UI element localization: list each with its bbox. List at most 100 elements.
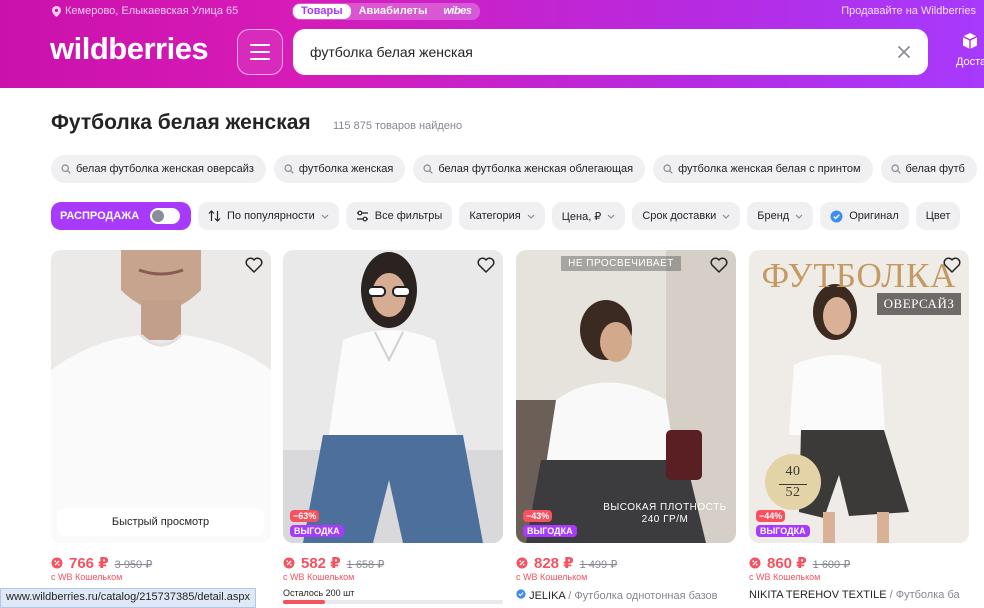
product-photo[interactable]: НЕ ПРОСВЕЧИВАЕТ ВЫСОКАЯ ПЛОТНОСТЬ 240 ГР…: [516, 250, 736, 543]
old-price: 1 658 ₽: [346, 559, 385, 571]
toggle-switch[interactable]: [150, 208, 181, 224]
suggestion-label: белая футб: [905, 163, 965, 175]
vygoda-badge: ВЫГОДКА: [756, 525, 810, 537]
filter-label: Бренд: [757, 210, 790, 222]
stock-left: Осталось 200 шт: [283, 588, 355, 598]
badges: −63% ВЫГОДКА: [290, 510, 344, 537]
menu-icon-line: [250, 58, 270, 60]
all-filters-label: Все фильтры: [374, 210, 443, 222]
sort-icon: [208, 210, 221, 222]
search-icon: [423, 164, 434, 174]
tab-wibes[interactable]: wibes: [435, 4, 479, 19]
product-image: [283, 250, 503, 543]
product-price: 582 ₽: [301, 555, 341, 572]
address-link[interactable]: Кемерово, Елыкаевская Улица 65: [52, 5, 238, 17]
filter-sliders-icon: [356, 210, 368, 222]
suggestion-chip[interactable]: белая футб: [880, 155, 977, 183]
sort-button[interactable]: По популярности: [198, 202, 339, 230]
photo-caption-top: НЕ ПРОСВЕЧИВАЕТ: [561, 256, 681, 271]
photo-subtitle: ОВЕРСАЙЗ: [877, 293, 961, 315]
filter-delivery-time[interactable]: Срок доставки: [632, 202, 741, 230]
suggestion-label: футболка женская: [298, 163, 394, 175]
old-price: 1 600 ₽: [812, 559, 851, 571]
product-image: [516, 250, 736, 543]
wallet-note: с WB Кошельком: [516, 572, 588, 582]
product-image: [51, 250, 271, 543]
heart-icon[interactable]: [245, 257, 263, 273]
stock-progress-fill: [283, 600, 325, 604]
discount-badge: −63%: [290, 510, 320, 522]
badges: −44% ВЫГОДКА: [756, 510, 810, 537]
wallet-note: с WB Кошельком: [51, 572, 123, 582]
search-icon: [663, 164, 673, 174]
discount-badge: −44%: [756, 510, 786, 522]
product-price: 766 ₽: [69, 555, 109, 572]
search-icon: [284, 164, 294, 174]
chevron-down-icon: [795, 214, 803, 219]
filter-brand[interactable]: Бренд: [747, 202, 814, 230]
filter-label: Цена, ₽: [561, 210, 602, 223]
suggestion-chip[interactable]: белая футболка женская оверсайз: [51, 155, 266, 183]
filter-original[interactable]: Оригинал: [820, 202, 909, 230]
chevron-down-icon: [527, 214, 535, 219]
filter-color[interactable]: Цвет: [915, 202, 961, 230]
sale-flame-icon: [283, 557, 295, 569]
product-brand-line[interactable]: JELIKA / Футболка однотонная базов: [516, 589, 718, 602]
product-photo[interactable]: ФУТБОЛКА ОВЕРСАЙЗ 40 52 −44% ВЫГОДКА: [749, 250, 969, 543]
product-photo[interactable]: Быстрый просмотр: [51, 250, 271, 543]
wildberries-logo[interactable]: wildberries: [50, 31, 209, 67]
service-tabs: Товары Авиабилеты wibes: [292, 3, 481, 20]
product-price: 828 ₽: [534, 555, 574, 572]
product-brand-line[interactable]: NIKITA TEREHOV TEXTILE / Футболка ба: [749, 589, 960, 601]
photo-title: ФУТБОЛКА: [761, 256, 957, 295]
heart-icon[interactable]: [710, 257, 728, 273]
page-title: Футболка белая женская: [51, 111, 311, 134]
all-filters-button[interactable]: Все фильтры: [345, 202, 453, 230]
menu-button[interactable]: [237, 29, 283, 75]
tab-goods[interactable]: Товары: [293, 4, 351, 19]
product-price: 860 ₽: [767, 555, 807, 572]
wallet-note: с WB Кошельком: [283, 572, 355, 582]
heart-icon[interactable]: [943, 257, 961, 273]
search-icon: [61, 164, 71, 174]
filter-category[interactable]: Категория: [459, 202, 545, 230]
filter-label: Категория: [469, 210, 521, 222]
results-count: 115 875 товаров найдено: [333, 120, 463, 132]
product-photo[interactable]: −63% ВЫГОДКА: [283, 250, 503, 543]
old-price: 3 950 ₽: [114, 559, 153, 571]
box-icon: [962, 33, 978, 49]
filter-label: Цвет: [925, 210, 951, 222]
size-range-top: 40: [785, 464, 801, 479]
check-badge-icon: [516, 589, 526, 599]
quick-view-button[interactable]: Быстрый просмотр: [57, 508, 264, 536]
close-icon[interactable]: [894, 42, 914, 62]
product-name: / Футболка ба: [889, 589, 960, 601]
delivery-label: Достав: [955, 56, 984, 68]
menu-icon-line: [250, 51, 270, 53]
stock-progress-bar: [283, 600, 503, 604]
suggestion-chip[interactable]: футболка женская белая с принтом: [653, 155, 873, 183]
size-range-bottom: 52: [779, 484, 807, 501]
filter-price[interactable]: Цена, ₽: [551, 202, 626, 230]
price-row: 828 ₽ 1 499 ₽: [516, 554, 617, 572]
price-row: 582 ₽ 1 658 ₽: [283, 554, 384, 572]
tab-flights[interactable]: Авиабилеты: [351, 4, 436, 19]
chevron-down-icon: [722, 214, 730, 219]
delivery-button[interactable]: Достав: [944, 32, 984, 68]
sale-flame-icon: [51, 557, 63, 569]
filter-bar: РАСПРОДАЖА По популярности Все фильтры К…: [51, 202, 961, 230]
search-input[interactable]: футболка белая женская: [293, 29, 928, 75]
heart-icon[interactable]: [477, 257, 495, 273]
suggestion-label: белая футболка женская оверсайз: [76, 163, 254, 175]
header: Кемерово, Елыкаевская Улица 65 Товары Ав…: [0, 0, 984, 88]
sale-flame-icon: [749, 557, 761, 569]
sale-toggle[interactable]: РАСПРОДАЖА: [51, 202, 191, 230]
brand-name: NIKITA TEREHOV TEXTILE: [749, 589, 887, 601]
price-row: 766 ₽ 3 950 ₽: [51, 554, 152, 572]
suggestion-chip[interactable]: белая футболка женская облегающая: [413, 155, 646, 183]
address-text: Кемерово, Елыкаевская Улица 65: [65, 5, 239, 17]
sell-on-wb-link[interactable]: Продавайте на Wildberries: [841, 5, 976, 17]
suggestion-chip[interactable]: футболка женская: [273, 155, 406, 183]
price-row: 860 ₽ 1 600 ₽: [749, 554, 850, 572]
vygoda-badge: ВЫГОДКА: [290, 525, 344, 537]
